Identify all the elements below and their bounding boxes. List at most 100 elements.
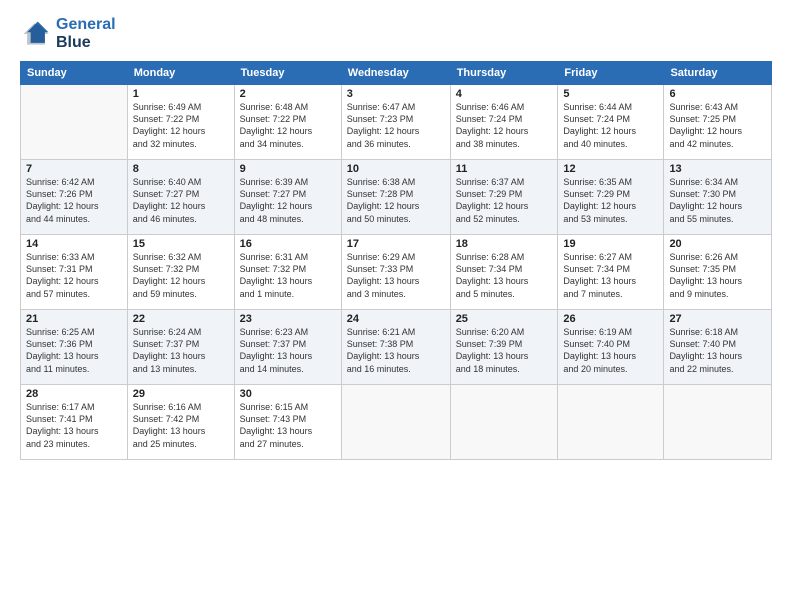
week-row-5: 28Sunrise: 6:17 AM Sunset: 7:41 PM Dayli… [21, 385, 772, 460]
calendar-cell: 8Sunrise: 6:40 AM Sunset: 7:27 PM Daylig… [127, 160, 234, 235]
calendar-table: SundayMondayTuesdayWednesdayThursdayFrid… [20, 61, 772, 460]
day-number: 5 [563, 88, 658, 100]
day-info: Sunrise: 6:32 AM Sunset: 7:32 PM Dayligh… [133, 251, 229, 300]
day-number: 15 [133, 238, 229, 250]
calendar-cell [341, 385, 450, 460]
calendar-cell: 29Sunrise: 6:16 AM Sunset: 7:42 PM Dayli… [127, 385, 234, 460]
day-number: 9 [240, 163, 336, 175]
week-row-3: 14Sunrise: 6:33 AM Sunset: 7:31 PM Dayli… [21, 235, 772, 310]
calendar-cell: 21Sunrise: 6:25 AM Sunset: 7:36 PM Dayli… [21, 310, 128, 385]
day-number: 17 [347, 238, 445, 250]
calendar-cell: 19Sunrise: 6:27 AM Sunset: 7:34 PM Dayli… [558, 235, 664, 310]
day-info: Sunrise: 6:48 AM Sunset: 7:22 PM Dayligh… [240, 101, 336, 150]
calendar-cell: 14Sunrise: 6:33 AM Sunset: 7:31 PM Dayli… [21, 235, 128, 310]
day-info: Sunrise: 6:28 AM Sunset: 7:34 PM Dayligh… [456, 251, 553, 300]
day-info: Sunrise: 6:46 AM Sunset: 7:24 PM Dayligh… [456, 101, 553, 150]
day-info: Sunrise: 6:21 AM Sunset: 7:38 PM Dayligh… [347, 326, 445, 375]
calendar-cell: 4Sunrise: 6:46 AM Sunset: 7:24 PM Daylig… [450, 85, 558, 160]
calendar-cell: 3Sunrise: 6:47 AM Sunset: 7:23 PM Daylig… [341, 85, 450, 160]
day-number: 18 [456, 238, 553, 250]
day-info: Sunrise: 6:37 AM Sunset: 7:29 PM Dayligh… [456, 176, 553, 225]
day-number: 1 [133, 88, 229, 100]
day-number: 20 [669, 238, 766, 250]
day-info: Sunrise: 6:25 AM Sunset: 7:36 PM Dayligh… [26, 326, 122, 375]
day-number: 23 [240, 313, 336, 325]
day-number: 21 [26, 313, 122, 325]
day-number: 3 [347, 88, 445, 100]
day-info: Sunrise: 6:24 AM Sunset: 7:37 PM Dayligh… [133, 326, 229, 375]
calendar-cell: 26Sunrise: 6:19 AM Sunset: 7:40 PM Dayli… [558, 310, 664, 385]
day-number: 25 [456, 313, 553, 325]
day-info: Sunrise: 6:26 AM Sunset: 7:35 PM Dayligh… [669, 251, 766, 300]
calendar-cell [450, 385, 558, 460]
day-info: Sunrise: 6:43 AM Sunset: 7:25 PM Dayligh… [669, 101, 766, 150]
day-number: 16 [240, 238, 336, 250]
header: General Blue [20, 16, 772, 51]
column-header-tuesday: Tuesday [234, 62, 341, 85]
day-info: Sunrise: 6:49 AM Sunset: 7:22 PM Dayligh… [133, 101, 229, 150]
column-header-friday: Friday [558, 62, 664, 85]
calendar-cell: 11Sunrise: 6:37 AM Sunset: 7:29 PM Dayli… [450, 160, 558, 235]
day-info: Sunrise: 6:27 AM Sunset: 7:34 PM Dayligh… [563, 251, 658, 300]
day-info: Sunrise: 6:31 AM Sunset: 7:32 PM Dayligh… [240, 251, 336, 300]
day-number: 24 [347, 313, 445, 325]
calendar-cell: 16Sunrise: 6:31 AM Sunset: 7:32 PM Dayli… [234, 235, 341, 310]
day-number: 19 [563, 238, 658, 250]
calendar-cell: 9Sunrise: 6:39 AM Sunset: 7:27 PM Daylig… [234, 160, 341, 235]
column-header-saturday: Saturday [664, 62, 772, 85]
day-info: Sunrise: 6:19 AM Sunset: 7:40 PM Dayligh… [563, 326, 658, 375]
calendar-cell: 18Sunrise: 6:28 AM Sunset: 7:34 PM Dayli… [450, 235, 558, 310]
day-info: Sunrise: 6:40 AM Sunset: 7:27 PM Dayligh… [133, 176, 229, 225]
day-info: Sunrise: 6:42 AM Sunset: 7:26 PM Dayligh… [26, 176, 122, 225]
calendar-cell: 20Sunrise: 6:26 AM Sunset: 7:35 PM Dayli… [664, 235, 772, 310]
calendar-cell: 30Sunrise: 6:15 AM Sunset: 7:43 PM Dayli… [234, 385, 341, 460]
calendar-cell: 25Sunrise: 6:20 AM Sunset: 7:39 PM Dayli… [450, 310, 558, 385]
column-header-wednesday: Wednesday [341, 62, 450, 85]
week-row-2: 7Sunrise: 6:42 AM Sunset: 7:26 PM Daylig… [21, 160, 772, 235]
day-info: Sunrise: 6:16 AM Sunset: 7:42 PM Dayligh… [133, 401, 229, 450]
day-number: 29 [133, 388, 229, 400]
day-info: Sunrise: 6:23 AM Sunset: 7:37 PM Dayligh… [240, 326, 336, 375]
day-number: 13 [669, 163, 766, 175]
calendar-cell: 17Sunrise: 6:29 AM Sunset: 7:33 PM Dayli… [341, 235, 450, 310]
day-info: Sunrise: 6:15 AM Sunset: 7:43 PM Dayligh… [240, 401, 336, 450]
week-row-1: 1Sunrise: 6:49 AM Sunset: 7:22 PM Daylig… [21, 85, 772, 160]
day-info: Sunrise: 6:35 AM Sunset: 7:29 PM Dayligh… [563, 176, 658, 225]
calendar-cell: 28Sunrise: 6:17 AM Sunset: 7:41 PM Dayli… [21, 385, 128, 460]
calendar-cell: 10Sunrise: 6:38 AM Sunset: 7:28 PM Dayli… [341, 160, 450, 235]
day-info: Sunrise: 6:29 AM Sunset: 7:33 PM Dayligh… [347, 251, 445, 300]
day-info: Sunrise: 6:18 AM Sunset: 7:40 PM Dayligh… [669, 326, 766, 375]
day-number: 28 [26, 388, 122, 400]
day-info: Sunrise: 6:44 AM Sunset: 7:24 PM Dayligh… [563, 101, 658, 150]
calendar-cell: 24Sunrise: 6:21 AM Sunset: 7:38 PM Dayli… [341, 310, 450, 385]
day-number: 11 [456, 163, 553, 175]
calendar-cell [664, 385, 772, 460]
day-info: Sunrise: 6:17 AM Sunset: 7:41 PM Dayligh… [26, 401, 122, 450]
calendar-cell: 27Sunrise: 6:18 AM Sunset: 7:40 PM Dayli… [664, 310, 772, 385]
day-number: 8 [133, 163, 229, 175]
calendar-cell: 13Sunrise: 6:34 AM Sunset: 7:30 PM Dayli… [664, 160, 772, 235]
day-number: 7 [26, 163, 122, 175]
day-number: 26 [563, 313, 658, 325]
calendar-cell: 2Sunrise: 6:48 AM Sunset: 7:22 PM Daylig… [234, 85, 341, 160]
logo-icon [20, 18, 52, 50]
week-row-4: 21Sunrise: 6:25 AM Sunset: 7:36 PM Dayli… [21, 310, 772, 385]
day-number: 30 [240, 388, 336, 400]
calendar-cell: 12Sunrise: 6:35 AM Sunset: 7:29 PM Dayli… [558, 160, 664, 235]
day-info: Sunrise: 6:39 AM Sunset: 7:27 PM Dayligh… [240, 176, 336, 225]
column-header-sunday: Sunday [21, 62, 128, 85]
calendar-cell: 7Sunrise: 6:42 AM Sunset: 7:26 PM Daylig… [21, 160, 128, 235]
day-number: 4 [456, 88, 553, 100]
calendar-cell: 22Sunrise: 6:24 AM Sunset: 7:37 PM Dayli… [127, 310, 234, 385]
calendar-cell: 6Sunrise: 6:43 AM Sunset: 7:25 PM Daylig… [664, 85, 772, 160]
day-info: Sunrise: 6:47 AM Sunset: 7:23 PM Dayligh… [347, 101, 445, 150]
day-info: Sunrise: 6:34 AM Sunset: 7:30 PM Dayligh… [669, 176, 766, 225]
calendar-cell: 15Sunrise: 6:32 AM Sunset: 7:32 PM Dayli… [127, 235, 234, 310]
day-number: 27 [669, 313, 766, 325]
calendar-cell [558, 385, 664, 460]
calendar-cell: 23Sunrise: 6:23 AM Sunset: 7:37 PM Dayli… [234, 310, 341, 385]
logo-text: General Blue [56, 16, 116, 51]
calendar-cell [21, 85, 128, 160]
calendar-header-row: SundayMondayTuesdayWednesdayThursdayFrid… [21, 62, 772, 85]
calendar-cell: 5Sunrise: 6:44 AM Sunset: 7:24 PM Daylig… [558, 85, 664, 160]
